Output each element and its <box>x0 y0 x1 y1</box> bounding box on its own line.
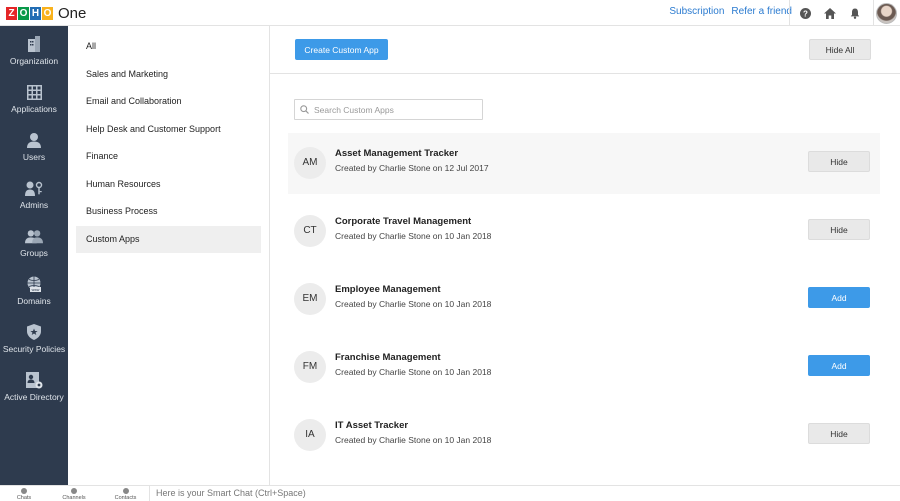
svg-text:?: ? <box>803 9 808 18</box>
app-initials-avatar: CT <box>294 215 326 247</box>
zoho-one-logo[interactable]: Z O H O One <box>6 4 86 22</box>
building-icon <box>25 36 43 52</box>
user-avatar[interactable] <box>876 2 897 24</box>
contact-icon <box>123 488 129 494</box>
bell-icon[interactable] <box>848 6 862 20</box>
toolbar-divider <box>270 73 900 74</box>
contacts-tab[interactable]: Contacts <box>102 486 150 501</box>
app-initials-avatar: FM <box>294 351 326 383</box>
add-app-button[interactable]: Add <box>808 287 870 308</box>
app-initials-avatar: AM <box>294 147 326 179</box>
app-meta: Created by Charlie Stone on 10 Jan 2018 <box>335 299 492 309</box>
app-row: EM Employee Management Created by Charli… <box>288 269 880 330</box>
app-meta: Created by Charlie Stone on 10 Jan 2018 <box>335 367 492 377</box>
nav-item-organization[interactable]: Organization <box>0 26 68 74</box>
group-icon <box>25 228 43 244</box>
app-meta: Created by Charlie Stone on 12 Jul 2017 <box>335 163 489 173</box>
nav-item-applications[interactable]: Applications <box>0 74 68 122</box>
logo-letter-z: Z <box>6 6 17 20</box>
app-meta: Created by Charlie Stone on 10 Jan 2018 <box>335 435 492 445</box>
app-initials-avatar: IA <box>294 419 326 451</box>
svg-text:www: www <box>31 288 39 292</box>
app-name[interactable]: Asset Management Tracker <box>335 148 458 159</box>
category-email-collaboration[interactable]: Email and Collaboration <box>76 88 261 115</box>
hide-app-button[interactable]: Hide <box>808 151 870 172</box>
app-row: IA IT Asset Tracker Created by Charlie S… <box>288 405 880 466</box>
hide-app-button[interactable]: Hide <box>808 423 870 444</box>
app-name[interactable]: Corporate Travel Management <box>335 216 471 227</box>
nav-label: Domains <box>17 296 51 306</box>
search-box[interactable] <box>294 99 483 120</box>
nav-label: Active Directory <box>4 392 64 402</box>
app-name[interactable]: Franchise Management <box>335 352 441 363</box>
top-links: Subscription Refer a friend <box>669 6 792 17</box>
search-icon <box>300 101 309 119</box>
header-icons: ? <box>789 0 900 26</box>
product-name: One <box>58 4 87 22</box>
left-nav: Organization Applications Users Admins G… <box>0 26 68 486</box>
tab-label: Chats <box>16 495 32 501</box>
nav-label: Security Policies <box>2 344 66 354</box>
category-all[interactable]: All <box>76 33 261 60</box>
nav-label: Organization <box>9 56 59 66</box>
nav-item-admins[interactable]: Admins <box>0 170 68 218</box>
app-name[interactable]: Employee Management <box>335 284 441 295</box>
app-meta: Created by Charlie Stone on 10 Jan 2018 <box>335 231 492 241</box>
chat-bubble-icon <box>21 488 27 494</box>
refer-friend-link[interactable]: Refer a friend <box>731 6 792 17</box>
nav-label: Users <box>22 152 46 162</box>
category-finance[interactable]: Finance <box>76 143 261 170</box>
category-human-resources[interactable]: Human Resources <box>76 171 261 198</box>
tab-label: Contacts <box>114 495 137 501</box>
channels-tab[interactable]: Channels <box>50 486 98 501</box>
subscription-link[interactable]: Subscription <box>669 6 724 17</box>
create-custom-app-button[interactable]: Create Custom App <box>295 39 388 60</box>
shield-icon <box>25 324 43 340</box>
chats-tab[interactable]: Chats <box>0 486 48 501</box>
smart-chat-input[interactable]: Here is your Smart Chat (Ctrl+Space) <box>156 488 306 498</box>
admin-key-icon <box>25 180 43 196</box>
app-row: CT Corporate Travel Management Created b… <box>288 201 880 262</box>
app-name[interactable]: IT Asset Tracker <box>335 420 408 431</box>
header-divider <box>789 0 790 26</box>
hide-all-button[interactable]: Hide All <box>809 39 871 60</box>
category-help-desk[interactable]: Help Desk and Customer Support <box>76 116 261 143</box>
logo-letter-h: H <box>30 6 41 20</box>
logo-letter-o: O <box>18 6 29 20</box>
smart-chat-bar: Chats Channels Contacts Here is your Sma… <box>0 485 900 501</box>
header-divider-2 <box>873 0 874 26</box>
app-row: FM Franchise Management Created by Charl… <box>288 337 880 398</box>
nav-label: Admins <box>19 200 49 210</box>
directory-icon <box>25 371 43 388</box>
nav-item-domains[interactable]: www Domains <box>0 266 68 314</box>
home-icon[interactable] <box>823 6 837 20</box>
user-icon <box>25 132 43 148</box>
main-content: Create Custom App Hide All AM Asset Mana… <box>270 26 900 486</box>
add-app-button[interactable]: Add <box>808 355 870 376</box>
nav-item-security-policies[interactable]: Security Policies <box>0 314 68 362</box>
category-custom-apps[interactable]: Custom Apps <box>76 226 261 253</box>
category-sales-marketing[interactable]: Sales and Marketing <box>76 61 261 88</box>
nav-item-active-directory[interactable]: Active Directory <box>0 362 68 410</box>
grid-icon <box>25 84 43 100</box>
nav-item-groups[interactable]: Groups <box>0 218 68 266</box>
nav-label: Applications <box>11 104 57 114</box>
channel-icon <box>71 488 77 494</box>
nav-label: Groups <box>20 248 48 258</box>
top-bar: Z O H O One Subscription Refer a friend … <box>0 0 900 26</box>
app-row: AM Asset Management Tracker Created by C… <box>288 133 880 194</box>
app-initials-avatar: EM <box>294 283 326 315</box>
help-icon[interactable]: ? <box>798 6 812 20</box>
tab-label: Channels <box>62 495 86 501</box>
category-list: All Sales and Marketing Email and Collab… <box>68 26 270 486</box>
hide-app-button[interactable]: Hide <box>808 219 870 240</box>
logo-letter-o2: O <box>42 6 53 20</box>
globe-icon: www <box>25 276 43 292</box>
search-input[interactable] <box>314 104 474 115</box>
nav-item-users[interactable]: Users <box>0 122 68 170</box>
category-business-process[interactable]: Business Process <box>76 198 261 225</box>
